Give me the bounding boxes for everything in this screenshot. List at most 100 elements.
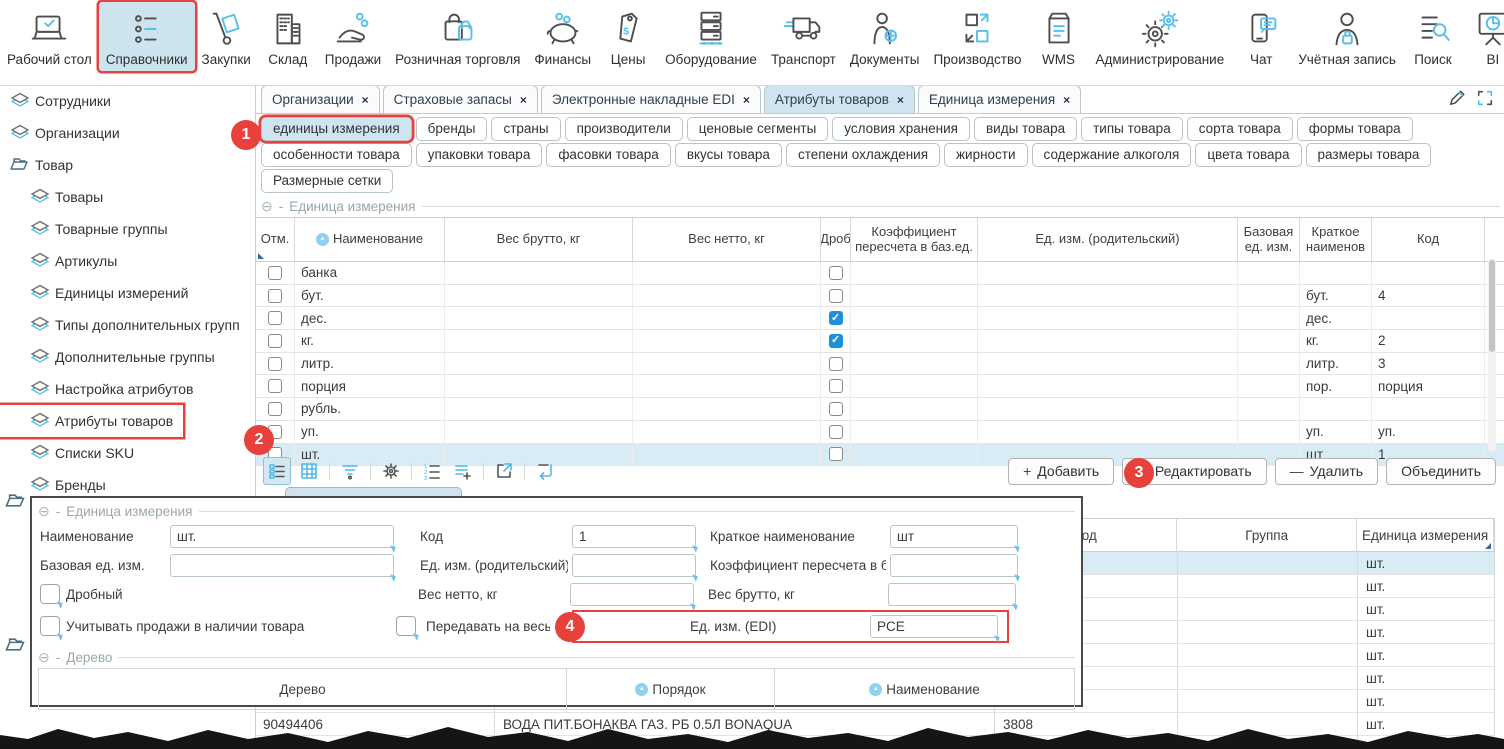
nav-item[interactable]: Розничная торговля [388, 2, 527, 71]
unit-row[interactable]: бут.бут.4 [255, 285, 1504, 308]
fractional-checkbox[interactable] [829, 425, 843, 439]
nav-item[interactable]: Оборудование [658, 2, 764, 71]
fractional-checkbox[interactable] [829, 402, 843, 416]
row-checkbox[interactable] [268, 379, 282, 393]
close-icon[interactable]: × [520, 93, 527, 107]
fractional-checkbox[interactable] [829, 357, 843, 371]
subtab[interactable]: страны [491, 117, 560, 141]
base-unit-input[interactable] [170, 554, 394, 577]
nav-item[interactable]: Финансы [527, 2, 598, 71]
subtab[interactable]: упаковки товара [416, 143, 543, 167]
row-checkbox[interactable] [268, 289, 282, 303]
tab[interactable]: Электронные накладные EDI × [541, 85, 761, 113]
fractional-checkbox[interactable] [829, 266, 843, 280]
unit-row[interactable]: литр.литр.3 [255, 353, 1504, 376]
add-row-icon[interactable] [450, 458, 476, 484]
sidebar-item[interactable]: Списки SKU [0, 437, 255, 469]
nav-item[interactable]: BI [1463, 2, 1504, 71]
settings-icon[interactable] [378, 458, 404, 484]
sidebar-item[interactable]: Товары [0, 181, 255, 213]
subtab[interactable]: особенности товара [261, 143, 412, 167]
subtab[interactable]: формы товара [1297, 117, 1413, 141]
column-header[interactable]: Ед. изм. (родительский) [978, 218, 1238, 261]
column-header[interactable]: Дроб [821, 218, 851, 261]
short-name-input[interactable]: шт [890, 525, 1018, 548]
nav-item[interactable]: Чат [1231, 2, 1291, 71]
sidebar-item[interactable]: Товарные группы [0, 213, 255, 245]
expand-icon[interactable] [1476, 89, 1494, 110]
subtab[interactable]: ценовые сегменты [687, 117, 829, 141]
collapse-icon[interactable]: ⊖ [38, 650, 50, 664]
nav-item[interactable]: $ Цены [598, 2, 658, 71]
conversion-input[interactable] [890, 554, 1018, 577]
gross-weight-input[interactable] [888, 583, 1016, 606]
row-checkbox[interactable] [268, 402, 282, 416]
subtab[interactable]: Размерные сетки [261, 169, 393, 193]
sidebar-item[interactable]: Организации [0, 117, 255, 149]
unit-row[interactable]: дес.дес. [255, 307, 1504, 330]
subtab[interactable]: виды товара [974, 117, 1077, 141]
subtab[interactable]: цвета товара [1195, 143, 1301, 167]
code-input[interactable]: 1 [572, 525, 696, 548]
close-icon[interactable]: × [743, 93, 750, 107]
filter-icon[interactable] [337, 458, 363, 484]
nav-item[interactable]: Продажи [318, 2, 388, 71]
column-header[interactable]: Отм. [255, 218, 295, 261]
unit-row[interactable]: рубль. [255, 398, 1504, 421]
net-weight-input[interactable] [570, 583, 694, 606]
collapse-icon[interactable]: ⊖ [261, 199, 273, 213]
unit-row[interactable]: банка [255, 262, 1504, 285]
nav-item[interactable]: Производство [926, 2, 1028, 71]
row-checkbox[interactable] [268, 266, 282, 280]
nav-item[interactable]: Учётная запись [1291, 2, 1403, 71]
sidebar-item[interactable]: Артикулы [0, 245, 255, 277]
unit-row[interactable]: уп.уп.уп. [255, 421, 1504, 444]
subtab[interactable]: фасовки товара [546, 143, 670, 167]
unit-row[interactable]: порцияпор.порция [255, 375, 1504, 398]
nav-item[interactable]: Склад [258, 2, 318, 71]
merge-button[interactable]: Объединить [1386, 458, 1496, 485]
export-icon[interactable] [491, 458, 517, 484]
tree-column-header[interactable]: ▲Порядок [567, 669, 775, 709]
delete-button[interactable]: —Удалить [1275, 458, 1378, 485]
subtab[interactable]: жирности [944, 143, 1028, 167]
nav-item[interactable]: Транспорт [764, 2, 843, 71]
subtab[interactable]: сорта товара [1187, 117, 1293, 141]
unit-row[interactable]: кг.кг.2 [255, 330, 1504, 353]
sidebar-item[interactable]: Товар [0, 149, 255, 181]
scrollbar[interactable] [1488, 258, 1496, 452]
subtab[interactable]: бренды [416, 117, 488, 141]
nav-item[interactable]: WMS [1029, 2, 1089, 71]
sidebar-item[interactable]: Атрибуты товаров [0, 405, 183, 437]
column-header[interactable]: Краткое наименов [1300, 218, 1372, 261]
sidebar-item[interactable]: Единицы измерений [0, 277, 255, 309]
row-checkbox[interactable] [268, 357, 282, 371]
nav-item[interactable]: Закупки [195, 2, 258, 71]
column-header[interactable]: Вес брутто, кг [445, 218, 633, 261]
nav-item[interactable]: Поиск [1403, 2, 1463, 71]
count-sales-checkbox[interactable] [40, 616, 60, 636]
column-header[interactable]: Вес нетто, кг [633, 218, 821, 261]
sidebar-item[interactable]: Дополнительные группы [0, 341, 255, 373]
tab[interactable]: Атрибуты товаров × [764, 85, 915, 113]
tree-column-header[interactable]: ▲Наименование [775, 669, 1074, 709]
fractional-checkbox[interactable] [829, 379, 843, 393]
sidebar-item[interactable]: Настройка атрибутов [0, 373, 255, 405]
column-header[interactable]: Код [1372, 218, 1485, 261]
refresh-icon[interactable] [532, 458, 558, 484]
close-icon[interactable]: × [362, 93, 369, 107]
edi-unit-input[interactable]: PCE [870, 615, 998, 638]
nav-item[interactable]: Документы [843, 2, 927, 71]
grid-view-icon[interactable] [296, 458, 322, 484]
fractional-checkbox[interactable] [40, 584, 60, 604]
tab[interactable]: Страховые запасы × [383, 85, 538, 113]
parent-unit-input[interactable] [572, 554, 696, 577]
edit-pencil-icon[interactable] [1448, 89, 1466, 110]
subtab[interactable]: единицы измерения [261, 117, 412, 141]
send-to-scales-checkbox[interactable] [396, 616, 416, 636]
close-icon[interactable]: × [1063, 93, 1070, 107]
subtab[interactable]: степени охлаждения [786, 143, 940, 167]
subtab[interactable]: типы товара [1081, 117, 1183, 141]
column-header[interactable]: ▲Наименование [295, 218, 445, 261]
fractional-checkbox[interactable] [829, 289, 843, 303]
